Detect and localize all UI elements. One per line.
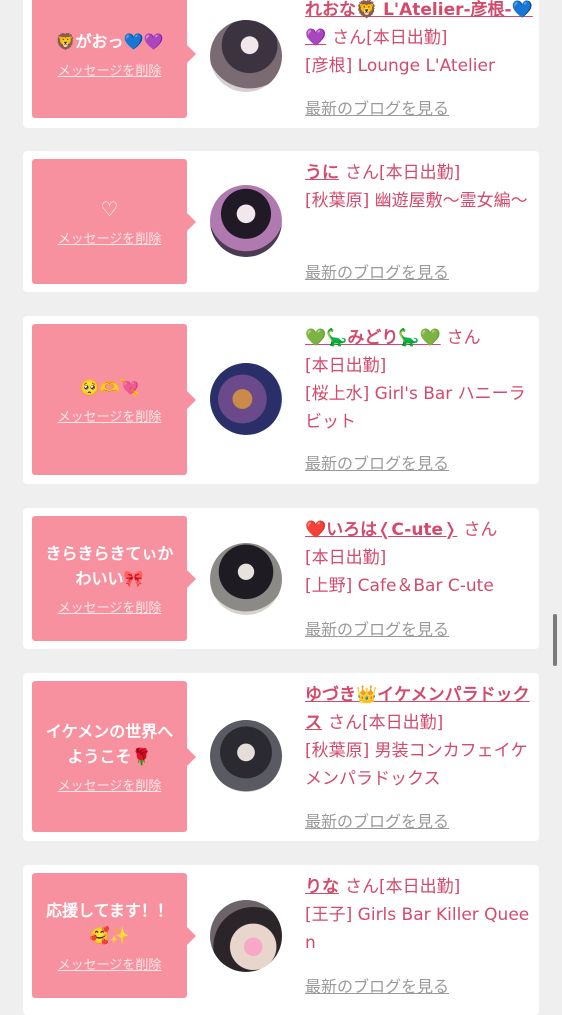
delete-message-link[interactable]: メッセージを削除 — [58, 954, 162, 973]
shop-name: [彦根] Lounge L'Atelier — [305, 56, 495, 76]
honorific: さん — [332, 28, 367, 48]
cast-name-link[interactable]: うに — [305, 163, 339, 183]
message-bubble: 🦁がおっ💙💜 メッセージを削除 — [32, 0, 196, 118]
latest-blog-link[interactable]: 最新のブログを見る — [305, 808, 449, 832]
message-bubble: きらきらきてぃかわいい🎀 メッセージを削除 — [32, 516, 196, 641]
cast-name-link[interactable]: ❤️いろは❬C-ute❭ — [305, 520, 457, 540]
message-text: ♡ — [100, 196, 119, 221]
avatar[interactable] — [210, 900, 282, 972]
latest-blog-link[interactable]: 最新のブログを見る — [305, 973, 449, 997]
message-text: イケメンの世界へようこそ🌹 — [45, 722, 174, 766]
message-bubble: ♡ メッセージを削除 — [32, 159, 196, 284]
delete-message-link[interactable]: メッセージを削除 — [58, 597, 162, 616]
message-bubble: 応援してます！！🥰✨ メッセージを削除 — [32, 873, 196, 998]
scrollbar[interactable] — [553, 614, 557, 666]
shop-name: [秋葉原] 男装コンカフェイケメンパラドックス — [305, 741, 528, 789]
attendance-status: [本日出勤] — [305, 356, 387, 376]
latest-blog-link[interactable]: 最新のブログを見る — [305, 616, 449, 640]
list-item: 応援してます！！🥰✨ メッセージを削除 りな さん[本日出勤] [王子] Girl… — [23, 865, 539, 1015]
latest-blog-link[interactable]: 最新のブログを見る — [305, 450, 449, 474]
shop-name: [秋葉原] 幽遊屋敷〜霊女編〜 — [305, 191, 528, 211]
honorific: さん — [345, 877, 379, 897]
delete-message-link[interactable]: メッセージを削除 — [58, 60, 162, 79]
message-text: 🦁がおっ💙💜 — [55, 32, 164, 51]
message-text: きらきらきてぃかわいい🎀 — [45, 544, 174, 588]
list-item: 🥺🫶💘 メッセージを削除 💚🦕みどり🦕💚 さん [本日出勤] [桜上水] Girl… — [23, 316, 539, 484]
honorific: さん — [463, 520, 498, 540]
delete-message-link[interactable]: メッセージを削除 — [58, 228, 162, 247]
list-item: きらきらきてぃかわいい🎀 メッセージを削除 ❤️いろは❬C-ute❭ さん [本日… — [23, 508, 539, 649]
delete-message-link[interactable]: メッセージを削除 — [58, 406, 162, 425]
avatar[interactable] — [210, 185, 282, 257]
latest-blog-link[interactable]: 最新のブログを見る — [305, 95, 449, 119]
attendance-status: [本日出勤] — [366, 28, 448, 48]
message-text: 応援してます！！🥰✨ — [46, 901, 173, 945]
message-bubble: 🥺🫶💘 メッセージを削除 — [32, 324, 196, 475]
attendance-status: [本日出勤] — [379, 163, 461, 183]
cast-name-link[interactable]: りな — [305, 877, 339, 897]
shop-name: [王子] Girls Bar Killer Queen — [305, 905, 530, 953]
avatar[interactable] — [210, 20, 282, 92]
latest-blog-link[interactable]: 最新のブログを見る — [305, 259, 449, 283]
message-text: 🥺🫶💘 — [79, 377, 140, 397]
shop-name: [上野] Cafe＆Bar C-ute — [305, 576, 494, 596]
shop-name: [桜上水] Girl's Bar ハニーラビット — [305, 384, 526, 432]
delete-message-link[interactable]: メッセージを削除 — [58, 775, 162, 794]
honorific: さん — [328, 713, 362, 733]
honorific: さん — [345, 163, 379, 183]
attendance-status: [本日出勤] — [362, 713, 444, 733]
honorific: さん — [446, 328, 481, 348]
list-item: イケメンの世界へようこそ🌹 メッセージを削除 ゆづき👑イケメンパラドックス さん[… — [23, 673, 539, 841]
avatar[interactable] — [210, 720, 282, 792]
attendance-status: [本日出勤] — [305, 548, 387, 568]
list-item: ♡ メッセージを削除 うに さん[本日出勤] [秋葉原] 幽遊屋敷〜霊女編〜 最新… — [23, 151, 539, 292]
message-bubble: イケメンの世界へようこそ🌹 メッセージを削除 — [32, 681, 196, 832]
avatar[interactable] — [210, 363, 282, 435]
avatar[interactable] — [210, 543, 282, 615]
list-item: 🦁がおっ💙💜 メッセージを削除 れおな🦁 L'Atelier-彦根-💙💜 さん[本… — [23, 0, 539, 128]
attendance-status: [本日出勤] — [379, 877, 461, 897]
cast-name-link[interactable]: 💚🦕みどり🦕💚 — [305, 328, 441, 348]
